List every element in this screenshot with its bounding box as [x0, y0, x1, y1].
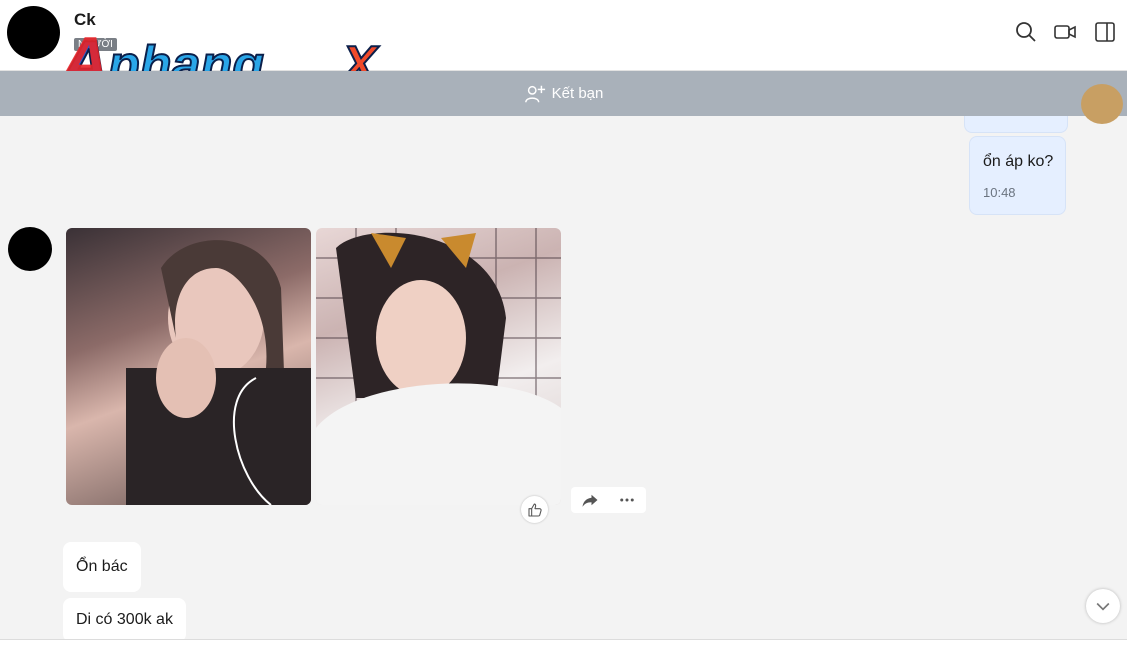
scroll-to-bottom-button[interactable]: [1086, 589, 1120, 623]
chat-header: Ck NGƯỜI A A phang X: [0, 0, 1127, 98]
incoming-message-bubble[interactable]: Ổn bác: [63, 542, 141, 592]
own-avatar: [1081, 84, 1123, 124]
chevron-down-icon: [1096, 602, 1110, 611]
more-options-icon[interactable]: [617, 491, 637, 509]
add-friend-icon: [524, 85, 545, 102]
search-icon[interactable]: [1014, 20, 1038, 44]
outgoing-message-bubble[interactable]: ổn áp ko? 10:48: [969, 136, 1066, 215]
add-friend-bar: Kết bạn: [0, 71, 1127, 116]
contact-avatar[interactable]: [7, 6, 60, 59]
photo-attachment[interactable]: [316, 228, 561, 505]
message-text: ổn áp ko?: [983, 153, 1054, 170]
add-friend-button[interactable]: Kết bạn: [524, 83, 604, 105]
message-time: 10:48: [983, 185, 1016, 200]
sender-avatar[interactable]: [8, 227, 52, 271]
thumbs-up-icon: [527, 502, 542, 517]
previous-message-bubble[interactable]: [964, 116, 1068, 133]
sidebar-toggle-icon[interactable]: [1093, 20, 1117, 44]
message-actions: [571, 487, 646, 513]
like-reaction-button[interactable]: [521, 496, 548, 523]
share-icon[interactable]: [580, 491, 600, 509]
photo-attachment[interactable]: [66, 228, 311, 505]
video-call-icon[interactable]: [1053, 20, 1077, 44]
composer-edge: [0, 639, 1127, 650]
message-text: Di có 300k ak: [76, 611, 173, 628]
incoming-message-bubble[interactable]: Di có 300k ak: [63, 598, 186, 642]
add-friend-label: Kết bạn: [551, 85, 604, 102]
message-text: Ổn bác: [76, 558, 128, 575]
